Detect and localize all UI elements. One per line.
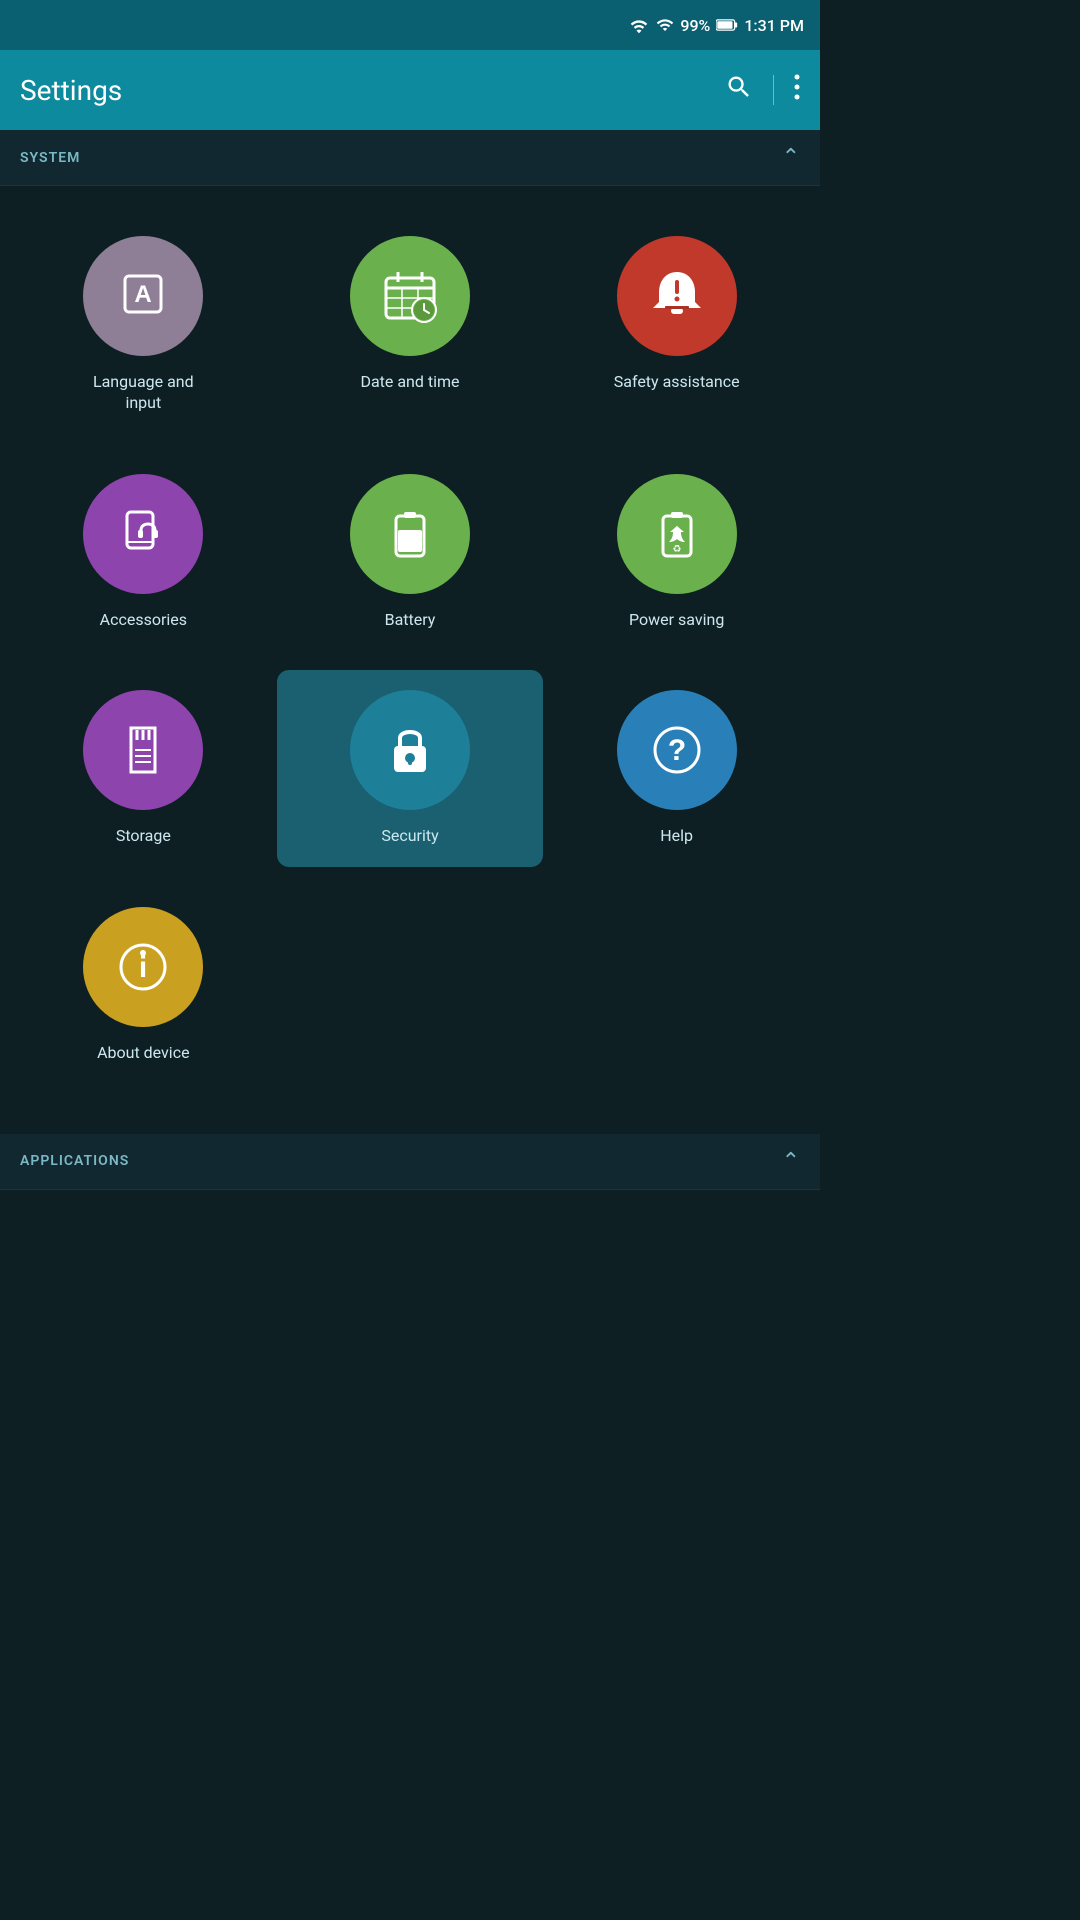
- safety-assistance-item[interactable]: Safety assistance: [543, 216, 810, 434]
- about-icon: i: [83, 907, 203, 1027]
- system-section-header[interactable]: SYSTEM ⌃: [0, 130, 820, 186]
- clock: 1:31 PM: [744, 16, 804, 35]
- header-divider: [773, 75, 774, 105]
- system-collapse-icon[interactable]: ⌃: [782, 145, 800, 170]
- storage-item[interactable]: Storage: [10, 670, 277, 867]
- accessories-item[interactable]: Accessories: [10, 454, 277, 651]
- accessories-icon: [83, 474, 203, 594]
- wifi-icon: [628, 16, 650, 34]
- search-button[interactable]: [725, 73, 753, 108]
- date-time-item[interactable]: Date and time: [277, 216, 544, 434]
- language-input-item[interactable]: A Language andinput: [10, 216, 277, 434]
- security-item[interactable]: Security: [277, 670, 544, 867]
- language-icon: A: [83, 236, 203, 356]
- svg-text:?: ?: [667, 734, 685, 767]
- system-section-title: SYSTEM: [20, 150, 80, 166]
- applications-section-title: APPLICATIONS: [20, 1153, 129, 1169]
- power-saving-icon: ♻: [617, 474, 737, 594]
- storage-label: Storage: [116, 826, 171, 847]
- battery-icon: [350, 474, 470, 594]
- battery-label: Battery: [385, 610, 436, 631]
- about-device-item[interactable]: i About device: [10, 887, 277, 1084]
- safety-icon: [617, 236, 737, 356]
- date-time-icon: [350, 236, 470, 356]
- security-label: Security: [381, 826, 438, 847]
- language-input-label: Language andinput: [93, 372, 194, 414]
- battery-status-icon: [716, 18, 738, 32]
- applications-expand-icon[interactable]: ⌃: [782, 1149, 800, 1174]
- status-bar: 99% 1:31 PM: [0, 0, 820, 50]
- svg-text:♻: ♻: [672, 544, 681, 555]
- help-item[interactable]: ? Help: [543, 670, 810, 867]
- accessories-label: Accessories: [100, 610, 187, 631]
- signal-icon: [656, 16, 674, 34]
- safety-assistance-label: Safety assistance: [614, 372, 740, 393]
- help-icon: ?: [617, 690, 737, 810]
- settings-grid: A Language andinput: [0, 186, 820, 1114]
- about-device-label: About device: [97, 1043, 189, 1064]
- header-actions: [725, 73, 800, 108]
- status-icons: 99% 1:31 PM: [628, 16, 804, 35]
- battery-item[interactable]: Battery: [277, 454, 544, 651]
- svg-text:A: A: [135, 281, 152, 308]
- date-time-label: Date and time: [360, 372, 459, 393]
- storage-icon: [83, 690, 203, 810]
- more-options-button[interactable]: [794, 73, 800, 108]
- applications-section-header[interactable]: APPLICATIONS ⌃: [0, 1134, 820, 1190]
- power-saving-label: Power saving: [629, 610, 724, 631]
- help-label: Help: [660, 826, 693, 847]
- header: Settings: [0, 50, 820, 130]
- battery-percentage: 99%: [680, 16, 710, 35]
- page-title: Settings: [20, 74, 122, 107]
- security-icon: [350, 690, 470, 810]
- power-saving-item[interactable]: ♻ Power saving: [543, 454, 810, 651]
